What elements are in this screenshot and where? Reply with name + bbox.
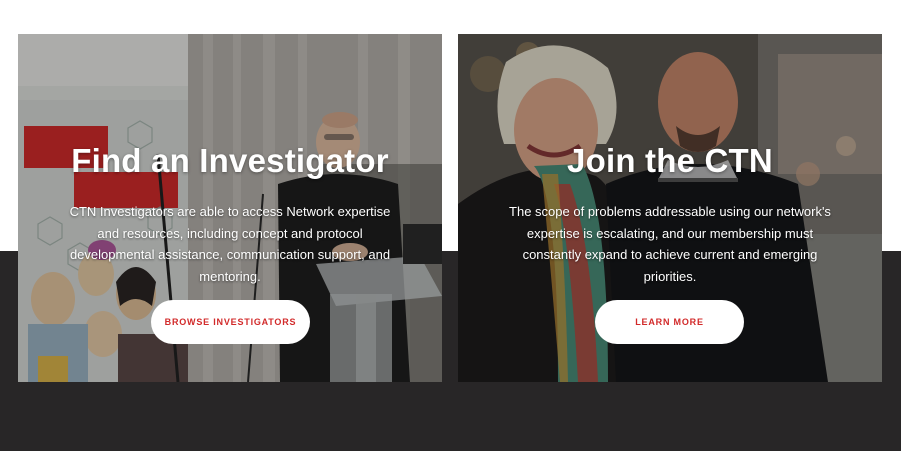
learn-more-button[interactable]: LEARN MORE — [595, 300, 744, 344]
browse-investigators-button[interactable]: BROWSE INVESTIGATORS — [151, 300, 310, 344]
card-description: CTN Investigators are able to access Net… — [69, 204, 391, 284]
card-title: Join the CTN — [567, 142, 773, 179]
card-content: Find an Investigator CTN Investigators a… — [18, 34, 442, 382]
find-investigator-card: Find an Investigator CTN Investigators a… — [18, 34, 442, 382]
card-content: Join the CTN The scope of problems addre… — [458, 34, 882, 382]
join-ctn-card: Join the CTN The scope of problems addre… — [458, 34, 882, 382]
card-description: The scope of problems addressable using … — [509, 204, 831, 284]
card-title: Find an Investigator — [71, 142, 389, 179]
